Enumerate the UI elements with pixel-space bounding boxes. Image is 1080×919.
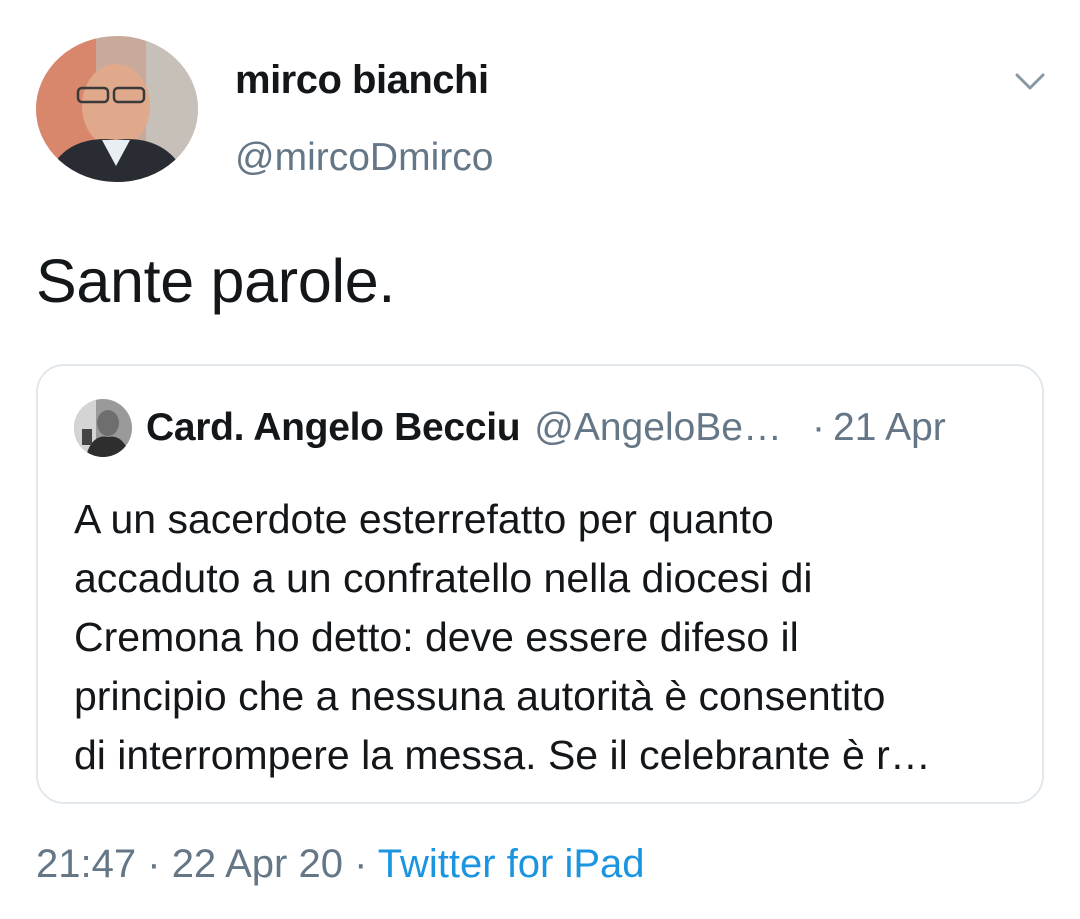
author-handle[interactable]: @mircoDmirco <box>235 136 493 180</box>
author-avatar[interactable] <box>36 36 198 182</box>
author-display-name[interactable]: mirco bianchi <box>235 58 489 103</box>
quoted-separator: · <box>812 406 825 449</box>
tweet-meta: 21:47 · 22 Apr 20 · Twitter for iPad <box>36 842 645 887</box>
more-options-button[interactable] <box>1008 64 1052 100</box>
quoted-text-line: A un sacerdote esterrefatto per quanto <box>74 496 774 542</box>
meta-separator: · <box>354 842 368 886</box>
meta-separator: · <box>147 842 161 886</box>
tweet-detail: mirco bianchi @mircoDmirco Sante parole.… <box>0 0 1080 919</box>
quoted-tweet-date: 21 Apr <box>833 406 946 449</box>
quoted-tweet-header: Card. Angelo Becciu @AngeloBe… · 21 Apr <box>74 398 1014 458</box>
quoted-text-line: Cremona ho detto: deve essere difeso il <box>74 614 799 660</box>
tweet-date: 22 Apr 20 <box>171 842 343 886</box>
quoted-text-line: accaduto a un confratello nella diocesi … <box>74 555 813 601</box>
quoted-text-line: principio che a nessuna autorità è conse… <box>74 673 886 719</box>
quoted-author-handle: @AngeloBe… <box>534 406 782 449</box>
quoted-tweet-text: A un sacerdote esterrefatto per quanto a… <box>74 490 1014 785</box>
chevron-down-icon <box>1015 73 1045 90</box>
quoted-tweet-card[interactable]: Card. Angelo Becciu @AngeloBe… · 21 Apr … <box>36 364 1044 804</box>
quoted-author-avatar <box>74 399 132 457</box>
tweet-time: 21:47 <box>36 842 137 886</box>
tweet-source-link[interactable]: Twitter for iPad <box>378 842 645 886</box>
quoted-text-line: di interrompere la messa. Se il celebran… <box>74 732 931 778</box>
quoted-author-name: Card. Angelo Becciu <box>146 406 521 449</box>
tweet-text: Sante parole. <box>36 247 395 315</box>
